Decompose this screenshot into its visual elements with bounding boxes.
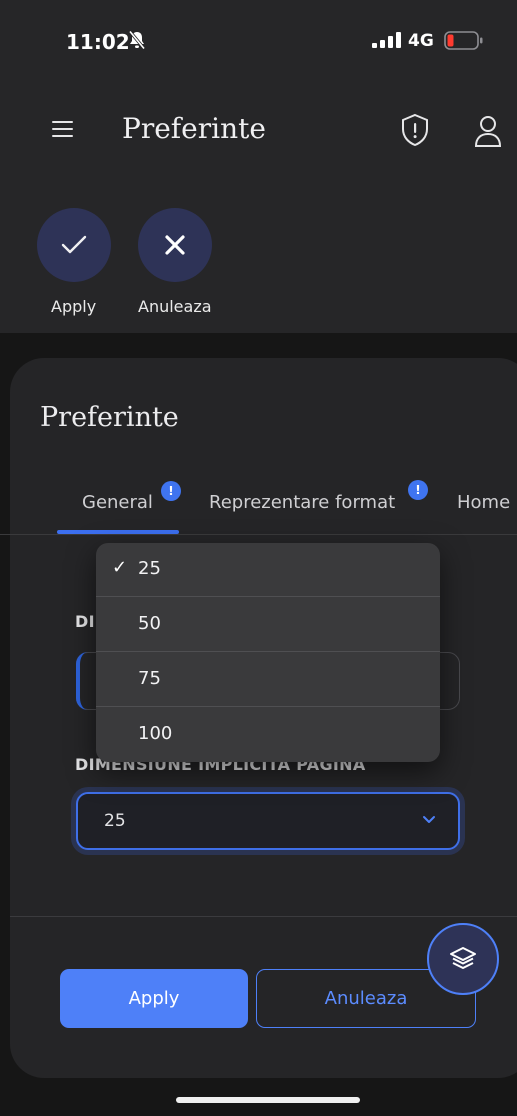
user-icon[interactable] xyxy=(473,114,503,148)
dropdown-separator xyxy=(96,596,440,597)
tab-label: General xyxy=(82,492,153,513)
tab-reprezentare-format[interactable]: Reprezentare format xyxy=(209,492,395,513)
select-field-1-focus-accent xyxy=(76,652,88,710)
home-indicator[interactable] xyxy=(176,1097,360,1103)
dropdown-option-75[interactable]: 75 xyxy=(96,653,440,707)
select-value: 25 xyxy=(104,811,126,831)
cancel-action-label: Anuleaza xyxy=(138,297,212,316)
footer-divider xyxy=(10,916,517,917)
tab-label: Reprezentare format xyxy=(209,492,396,513)
page-size-dropdown: ✓ 25 50 75 100 xyxy=(96,543,440,762)
field-label-truncated: DI xyxy=(75,612,95,631)
bell-slash-icon xyxy=(128,30,146,50)
default-page-size-select[interactable]: 25 xyxy=(76,792,460,850)
page-title: Preferinte xyxy=(122,112,266,145)
dropdown-option-label: 25 xyxy=(138,558,161,579)
card-title: Preferinte xyxy=(40,402,179,433)
chevron-down-icon xyxy=(423,816,435,823)
signal-icon xyxy=(372,32,401,48)
layers-fab-button[interactable] xyxy=(427,923,499,995)
dropdown-separator xyxy=(96,706,440,707)
tab-divider xyxy=(0,534,517,535)
dropdown-separator xyxy=(96,651,440,652)
dropdown-option-25[interactable]: ✓ 25 xyxy=(96,543,440,597)
layers-icon xyxy=(450,947,476,969)
checkmark-icon xyxy=(61,235,87,254)
tab-label: Home xyxy=(457,492,511,513)
tab-general-badge: ! xyxy=(161,481,181,501)
dropdown-option-100[interactable]: 100 xyxy=(96,708,440,762)
tab-general[interactable]: General xyxy=(82,492,153,513)
status-time: 11:02 xyxy=(66,30,130,54)
dropdown-option-50[interactable]: 50 xyxy=(96,598,440,652)
battery-icon xyxy=(444,31,483,50)
apply-circle-button[interactable] xyxy=(37,208,111,282)
close-icon xyxy=(165,235,185,255)
network-type: 4G xyxy=(408,31,434,51)
shield-exclamation-icon[interactable] xyxy=(399,113,431,147)
apply-action-label: Apply xyxy=(51,297,97,316)
dropdown-option-label: 75 xyxy=(138,668,161,689)
apply-button[interactable]: Apply xyxy=(60,969,248,1028)
cancel-circle-button[interactable] xyxy=(138,208,212,282)
hamburger-icon[interactable] xyxy=(52,120,76,138)
tab-reprezentare-badge: ! xyxy=(408,480,428,500)
tab-home[interactable]: Home xyxy=(457,492,510,513)
checkmark-icon: ✓ xyxy=(112,557,128,578)
dropdown-option-label: 50 xyxy=(138,613,161,634)
dropdown-option-label: 100 xyxy=(138,723,173,744)
